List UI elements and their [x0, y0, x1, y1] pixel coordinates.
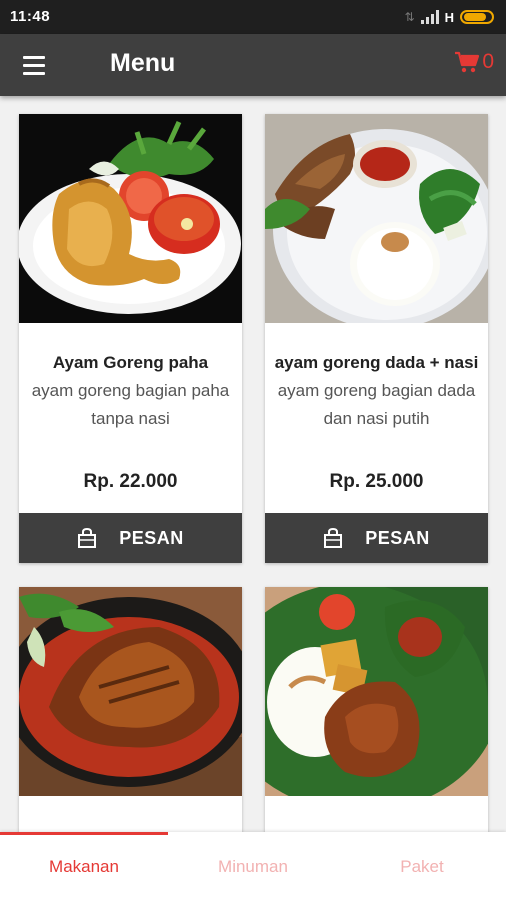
menu-card[interactable]	[19, 587, 242, 832]
food-image-ayam-bakar-nasi	[265, 587, 488, 796]
food-image-ayam-bakar	[19, 587, 242, 796]
network-type: H	[444, 9, 454, 25]
bottom-nav: Makanan Minuman Paket	[0, 832, 506, 900]
menu-item-price: Rp. 25.000	[329, 471, 424, 492]
menu-item-description: ayam goreng bagian dada dan nasi putih	[277, 381, 476, 428]
menu-grid: Ayam Goreng paha ayam goreng bagian paha…	[0, 96, 506, 832]
tab-paket[interactable]: Paket	[338, 832, 506, 900]
cart-count: 0	[482, 50, 494, 73]
signal-muted-icon: ⇅	[404, 10, 415, 24]
menu-card[interactable]: ayam goreng dada + nasi ayam goreng bagi…	[265, 114, 488, 563]
page-title: Menu	[110, 49, 176, 77]
menu-card[interactable]	[265, 587, 488, 832]
signal-icon	[420, 10, 439, 24]
pesan-button[interactable]: PESAN	[265, 513, 488, 563]
cart-icon	[455, 51, 480, 73]
menu-card-body: Ayam Goreng paha ayam goreng bagian paha…	[19, 323, 242, 513]
menu-card[interactable]: Ayam Goreng paha ayam goreng bagian paha…	[19, 114, 242, 563]
menu-item-title: Ayam Goreng paha	[52, 353, 209, 372]
status-icons: ⇅ H	[405, 8, 494, 26]
menu-item-name: Ayam Goreng paha ayam goreng bagian paha…	[27, 349, 234, 433]
tab-makanan[interactable]: Makanan	[0, 832, 168, 900]
status-time: 11:48	[10, 8, 51, 25]
tab-minuman[interactable]: Minuman	[169, 832, 337, 900]
menu-card-body: ayam goreng dada + nasi ayam goreng bagi…	[265, 323, 488, 513]
menu-item-price: Rp. 22.000	[83, 471, 178, 492]
food-image-ayam-goreng-paha	[19, 114, 242, 323]
pesan-button[interactable]: PESAN	[19, 513, 242, 563]
menu-item-description: ayam goreng bagian paha tanpa nasi	[31, 381, 230, 428]
shopping-bag-icon	[78, 527, 97, 548]
app-bar: Menu 0	[0, 34, 506, 96]
status-bar: 11:48 ⇅ H	[0, 0, 506, 34]
menu-item-title: ayam goreng dada + nasi	[274, 353, 479, 372]
menu-item-name: ayam goreng dada + nasi ayam goreng bagi…	[273, 349, 480, 433]
shopping-bag-icon	[324, 527, 343, 548]
food-image-ayam-goreng-dada	[265, 114, 488, 323]
battery-icon	[460, 10, 494, 24]
pesan-label: PESAN	[365, 527, 430, 548]
cart-button[interactable]: 0	[454, 50, 494, 74]
hamburger-menu-icon[interactable]	[14, 48, 54, 82]
pesan-label: PESAN	[119, 527, 184, 548]
